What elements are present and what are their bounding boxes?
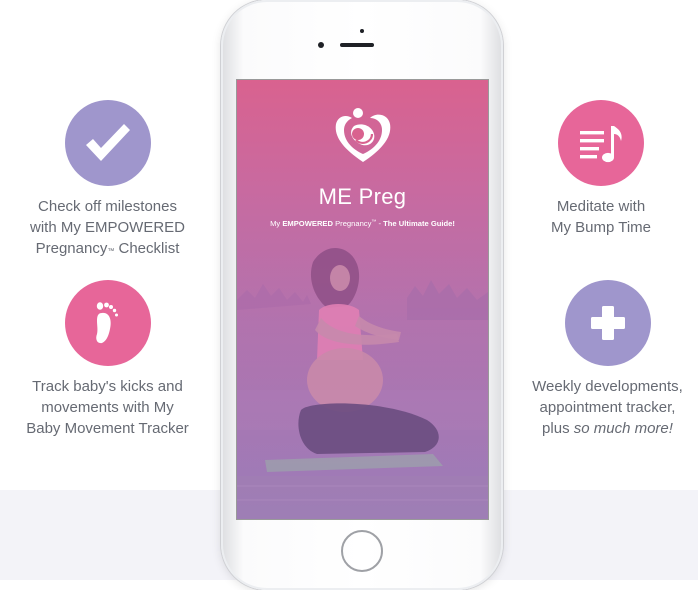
kicks-text: Track baby's kicks and movements with My… — [15, 376, 200, 439]
phone-mockup: ME Preg My EMPOWERED Pregnancy™ - The Ul… — [221, 0, 503, 590]
weekly-line3: plus so much more! — [520, 418, 695, 439]
app-title: ME Preg — [318, 184, 407, 209]
kicks-line1: Track baby's kicks and — [32, 378, 183, 395]
checklist-line3a: Pregnancy — [35, 240, 108, 257]
weekly-text: Weekly developments, appointment tracker… — [520, 376, 695, 439]
kicks-line2: movements with My — [41, 399, 174, 416]
weekly-line3b: so much more! — [573, 420, 673, 437]
app-screen[interactable]: ME Preg My EMPOWERED Pregnancy™ - The Ul… — [236, 79, 489, 520]
feature-kicks: Track baby's kicks and movements with My… — [15, 280, 200, 439]
meditate-line1: Meditate with — [556, 198, 646, 215]
checklist-line3b: Checklist — [114, 240, 180, 257]
weekly-line3a: plus — [542, 420, 574, 437]
feature-checklist: Check off milestones with My EMPOWERED P… — [20, 100, 195, 259]
me-preg-logo-icon — [335, 108, 391, 162]
meditate-line2: My Bump Time — [550, 219, 652, 236]
checklist-line3: Pregnancy™ Checklist — [20, 238, 195, 259]
front-camera — [318, 42, 324, 48]
tagline-bold-guide: The Ultimate Guide! — [383, 219, 455, 228]
weekly-line2: appointment tracker, — [539, 399, 676, 416]
earpiece-speaker — [340, 43, 374, 47]
music-list-icon — [580, 126, 622, 163]
checkmark-icon — [85, 124, 130, 161]
app-tagline: My EMPOWERED Pregnancy™ - The Ultimate G… — [237, 219, 488, 228]
proximity-sensor — [360, 29, 364, 33]
checklist-line2: with My EMPOWERED — [29, 219, 185, 236]
feature-meditate: Meditate with My Bump Time — [526, 100, 676, 238]
checklist-line1: Check off milestones — [38, 198, 177, 215]
meditate-circle — [558, 100, 644, 186]
kicks-circle — [64, 280, 151, 366]
pregnant-woman-yoga-photo — [237, 240, 488, 519]
home-button[interactable] — [341, 530, 383, 572]
meditate-text: Meditate with My Bump Time — [526, 196, 676, 238]
footprint-icon — [95, 302, 118, 344]
weekly-line1: Weekly developments, — [532, 378, 683, 395]
tagline-middle: Pregnancy — [332, 219, 372, 228]
kicks-line3: Baby Movement Tracker — [26, 420, 189, 437]
tagline-bold-empowered: EMPOWERED — [282, 219, 333, 228]
trademark: ™ — [107, 248, 115, 255]
checklist-text: Check off milestones with My EMPOWERED P… — [20, 196, 195, 259]
feature-weekly: Weekly developments, appointment tracker… — [520, 280, 695, 439]
checklist-circle — [64, 100, 151, 186]
tagline-prefix: My — [270, 219, 283, 228]
plus-icon — [590, 306, 625, 340]
weekly-circle — [564, 280, 651, 366]
